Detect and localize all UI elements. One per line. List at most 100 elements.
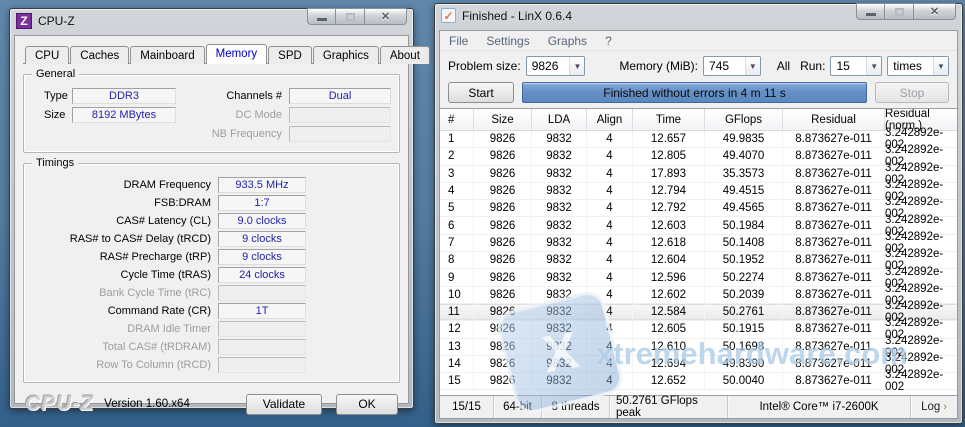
table-cell: 50.1915 xyxy=(705,321,783,337)
table-row[interactable]: 198269832412.65749.98358.873627e-0113.24… xyxy=(440,131,957,148)
table-cell: 9826 xyxy=(474,131,532,147)
menu-item-settings[interactable]: Settings xyxy=(486,34,529,48)
table-cell: 9832 xyxy=(532,217,587,233)
table-row[interactable]: 698269832412.60350.19848.873627e-0113.24… xyxy=(440,217,957,234)
column-header[interactable]: GFlops xyxy=(705,109,783,130)
field-label: Channels # xyxy=(197,90,289,102)
table-cell: 12.610 xyxy=(633,339,705,355)
column-header[interactable]: LDA xyxy=(532,109,587,130)
column-header[interactable]: Residual xyxy=(783,109,885,130)
menu-item-file[interactable]: File xyxy=(449,34,468,48)
maximize-icon[interactable] xyxy=(336,8,365,25)
minimize-icon[interactable] xyxy=(307,8,336,25)
timing-label: DRAM Frequency xyxy=(32,179,218,191)
field-label: Size xyxy=(32,109,72,121)
table-cell: 9832 xyxy=(532,131,587,147)
table-cell: 9826 xyxy=(474,287,532,303)
timing-row: Total CAS# (tRDRAM) xyxy=(32,338,391,356)
table-cell: 50.2039 xyxy=(705,287,783,303)
timing-row: Command Rate (CR)1T xyxy=(32,302,391,320)
cpuz-footer: CPU-Z Version 1.60.x64 Validate OK xyxy=(23,392,400,416)
cpuz-titlebar[interactable]: Z CPU-Z ✕ xyxy=(10,9,413,32)
column-header[interactable]: Time xyxy=(633,109,705,130)
tab-graphics[interactable]: Graphics xyxy=(313,46,379,64)
table-cell: 9832 xyxy=(532,235,587,251)
table-row[interactable]: 1098269832412.60250.20398.873627e-0113.2… xyxy=(440,287,957,304)
table-cell: 9826 xyxy=(474,269,532,285)
table-cell: 50.2761 xyxy=(705,304,783,320)
table-row[interactable]: 1398269832412.61050.16988.873627e-0113.2… xyxy=(440,339,957,356)
start-button[interactable]: Start xyxy=(448,82,514,103)
linx-titlebar[interactable]: ✓ Finished - LinX 0.6.4 ✕ xyxy=(435,4,962,27)
table-cell: 4 xyxy=(587,339,633,355)
tab-about[interactable]: About xyxy=(380,46,430,64)
table-row[interactable]: 798269832412.61850.14088.873627e-0113.24… xyxy=(440,235,957,252)
table-row[interactable]: 1198269832412.58450.27618.873627e-0113.2… xyxy=(440,304,957,321)
table-cell: 15 xyxy=(440,373,474,389)
timing-label: FSB:DRAM xyxy=(32,197,218,209)
table-cell: 4 xyxy=(587,269,633,285)
menu-item-help[interactable]: ? xyxy=(605,34,612,48)
table-row[interactable]: 898269832412.60450.19528.873627e-0113.24… xyxy=(440,252,957,269)
tab-caches[interactable]: Caches xyxy=(70,46,129,64)
desktop: { "cpuz": { "title": "CPU-Z", "icon_lett… xyxy=(0,0,965,427)
general-field-row: TypeDDR3 xyxy=(32,87,197,105)
column-header[interactable]: # xyxy=(440,109,474,130)
timing-row: DRAM Frequency933.5 MHz xyxy=(32,176,391,194)
table-cell: 12.652 xyxy=(633,373,705,389)
table-row[interactable]: 1598269832412.65250.00408.873627e-0113.2… xyxy=(440,373,957,390)
problem-size-combo[interactable]: 9826 ▼ xyxy=(526,56,586,76)
table-row[interactable]: 298269832412.80549.40708.873627e-0113.24… xyxy=(440,148,957,165)
cpuz-app-icon: Z xyxy=(16,13,32,29)
table-cell: 3 xyxy=(440,166,474,182)
close-icon[interactable]: ✕ xyxy=(365,8,407,25)
table-row[interactable]: 398269832417.89335.35738.873627e-0113.24… xyxy=(440,166,957,183)
timing-label: Bank Cycle Time (tRC) xyxy=(32,287,218,299)
linx-toolbar: Problem size: 9826 ▼ Memory (MiB): 745 ▼… xyxy=(440,51,957,80)
table-cell: 49.9835 xyxy=(705,131,783,147)
table-cell: 4 xyxy=(587,287,633,303)
stop-button[interactable]: Stop xyxy=(875,82,949,103)
tab-cpu[interactable]: CPU xyxy=(25,46,69,64)
problem-size-label: Problem size: xyxy=(448,59,521,73)
cpuz-general-group: General TypeDDR3Size8192 MBytes Channels… xyxy=(23,74,400,153)
linx-client-area: File Settings Graphs? Problem size: 9826 ▼… xyxy=(439,30,958,419)
table-row[interactable]: 1498269832412.69449.83908.873627e-0113.2… xyxy=(440,356,957,373)
timing-label: Cycle Time (tRAS) xyxy=(32,269,218,281)
run-unit-combo[interactable]: times ▼ xyxy=(887,56,949,76)
tab-mainboard[interactable]: Mainboard xyxy=(130,46,204,64)
table-row[interactable]: 998269832412.59650.22748.873627e-0113.24… xyxy=(440,269,957,286)
table-cell: 8.873627e-011 xyxy=(783,252,885,268)
column-header[interactable]: Align xyxy=(587,109,633,130)
log-button[interactable]: Log › xyxy=(911,396,957,418)
ok-button[interactable]: OK xyxy=(336,394,398,415)
linx-app-icon: ✓ xyxy=(441,8,456,23)
linx-statusbar: 15/15 64-bit 8 threads 50.2761 GFlops pe… xyxy=(440,396,957,418)
timing-value: 24 clocks xyxy=(218,267,306,283)
table-cell: 12.657 xyxy=(633,131,705,147)
maximize-icon[interactable] xyxy=(885,3,914,20)
memory-combo[interactable]: 745 ▼ xyxy=(703,56,761,76)
field-value xyxy=(289,126,391,142)
general-field-row: NB Frequency xyxy=(197,125,391,143)
close-icon[interactable]: ✕ xyxy=(914,3,956,20)
timing-row: Row To Column (tRCD) xyxy=(32,356,391,374)
table-row[interactable]: 498269832412.79449.45158.873627e-0113.24… xyxy=(440,183,957,200)
table-cell: 17.893 xyxy=(633,166,705,182)
column-header[interactable]: Size xyxy=(474,109,532,130)
table-cell: 8.873627e-011 xyxy=(783,339,885,355)
field-value: 8192 MBytes xyxy=(72,107,176,123)
cpuz-client-area: CPUCachesMainboardMemorySPDGraphicsAbout… xyxy=(14,35,409,404)
menu-item-graphs[interactable]: Graphs xyxy=(548,34,587,48)
minimize-icon[interactable] xyxy=(856,3,885,20)
tab-spd[interactable]: SPD xyxy=(268,46,312,64)
tab-memory[interactable]: Memory xyxy=(206,44,268,64)
table-row[interactable]: 598269832412.79249.45658.873627e-0113.24… xyxy=(440,200,957,217)
table-cell: 6 xyxy=(440,217,474,233)
table-cell: 9826 xyxy=(474,183,532,199)
table-cell: 5 xyxy=(440,200,474,216)
table-row[interactable]: 1298269832412.60550.19158.873627e-0113.2… xyxy=(440,321,957,338)
validate-button[interactable]: Validate xyxy=(246,394,322,415)
run-count-combo[interactable]: 15 ▼ xyxy=(830,56,882,76)
general-field-row: Size8192 MBytes xyxy=(32,106,197,124)
